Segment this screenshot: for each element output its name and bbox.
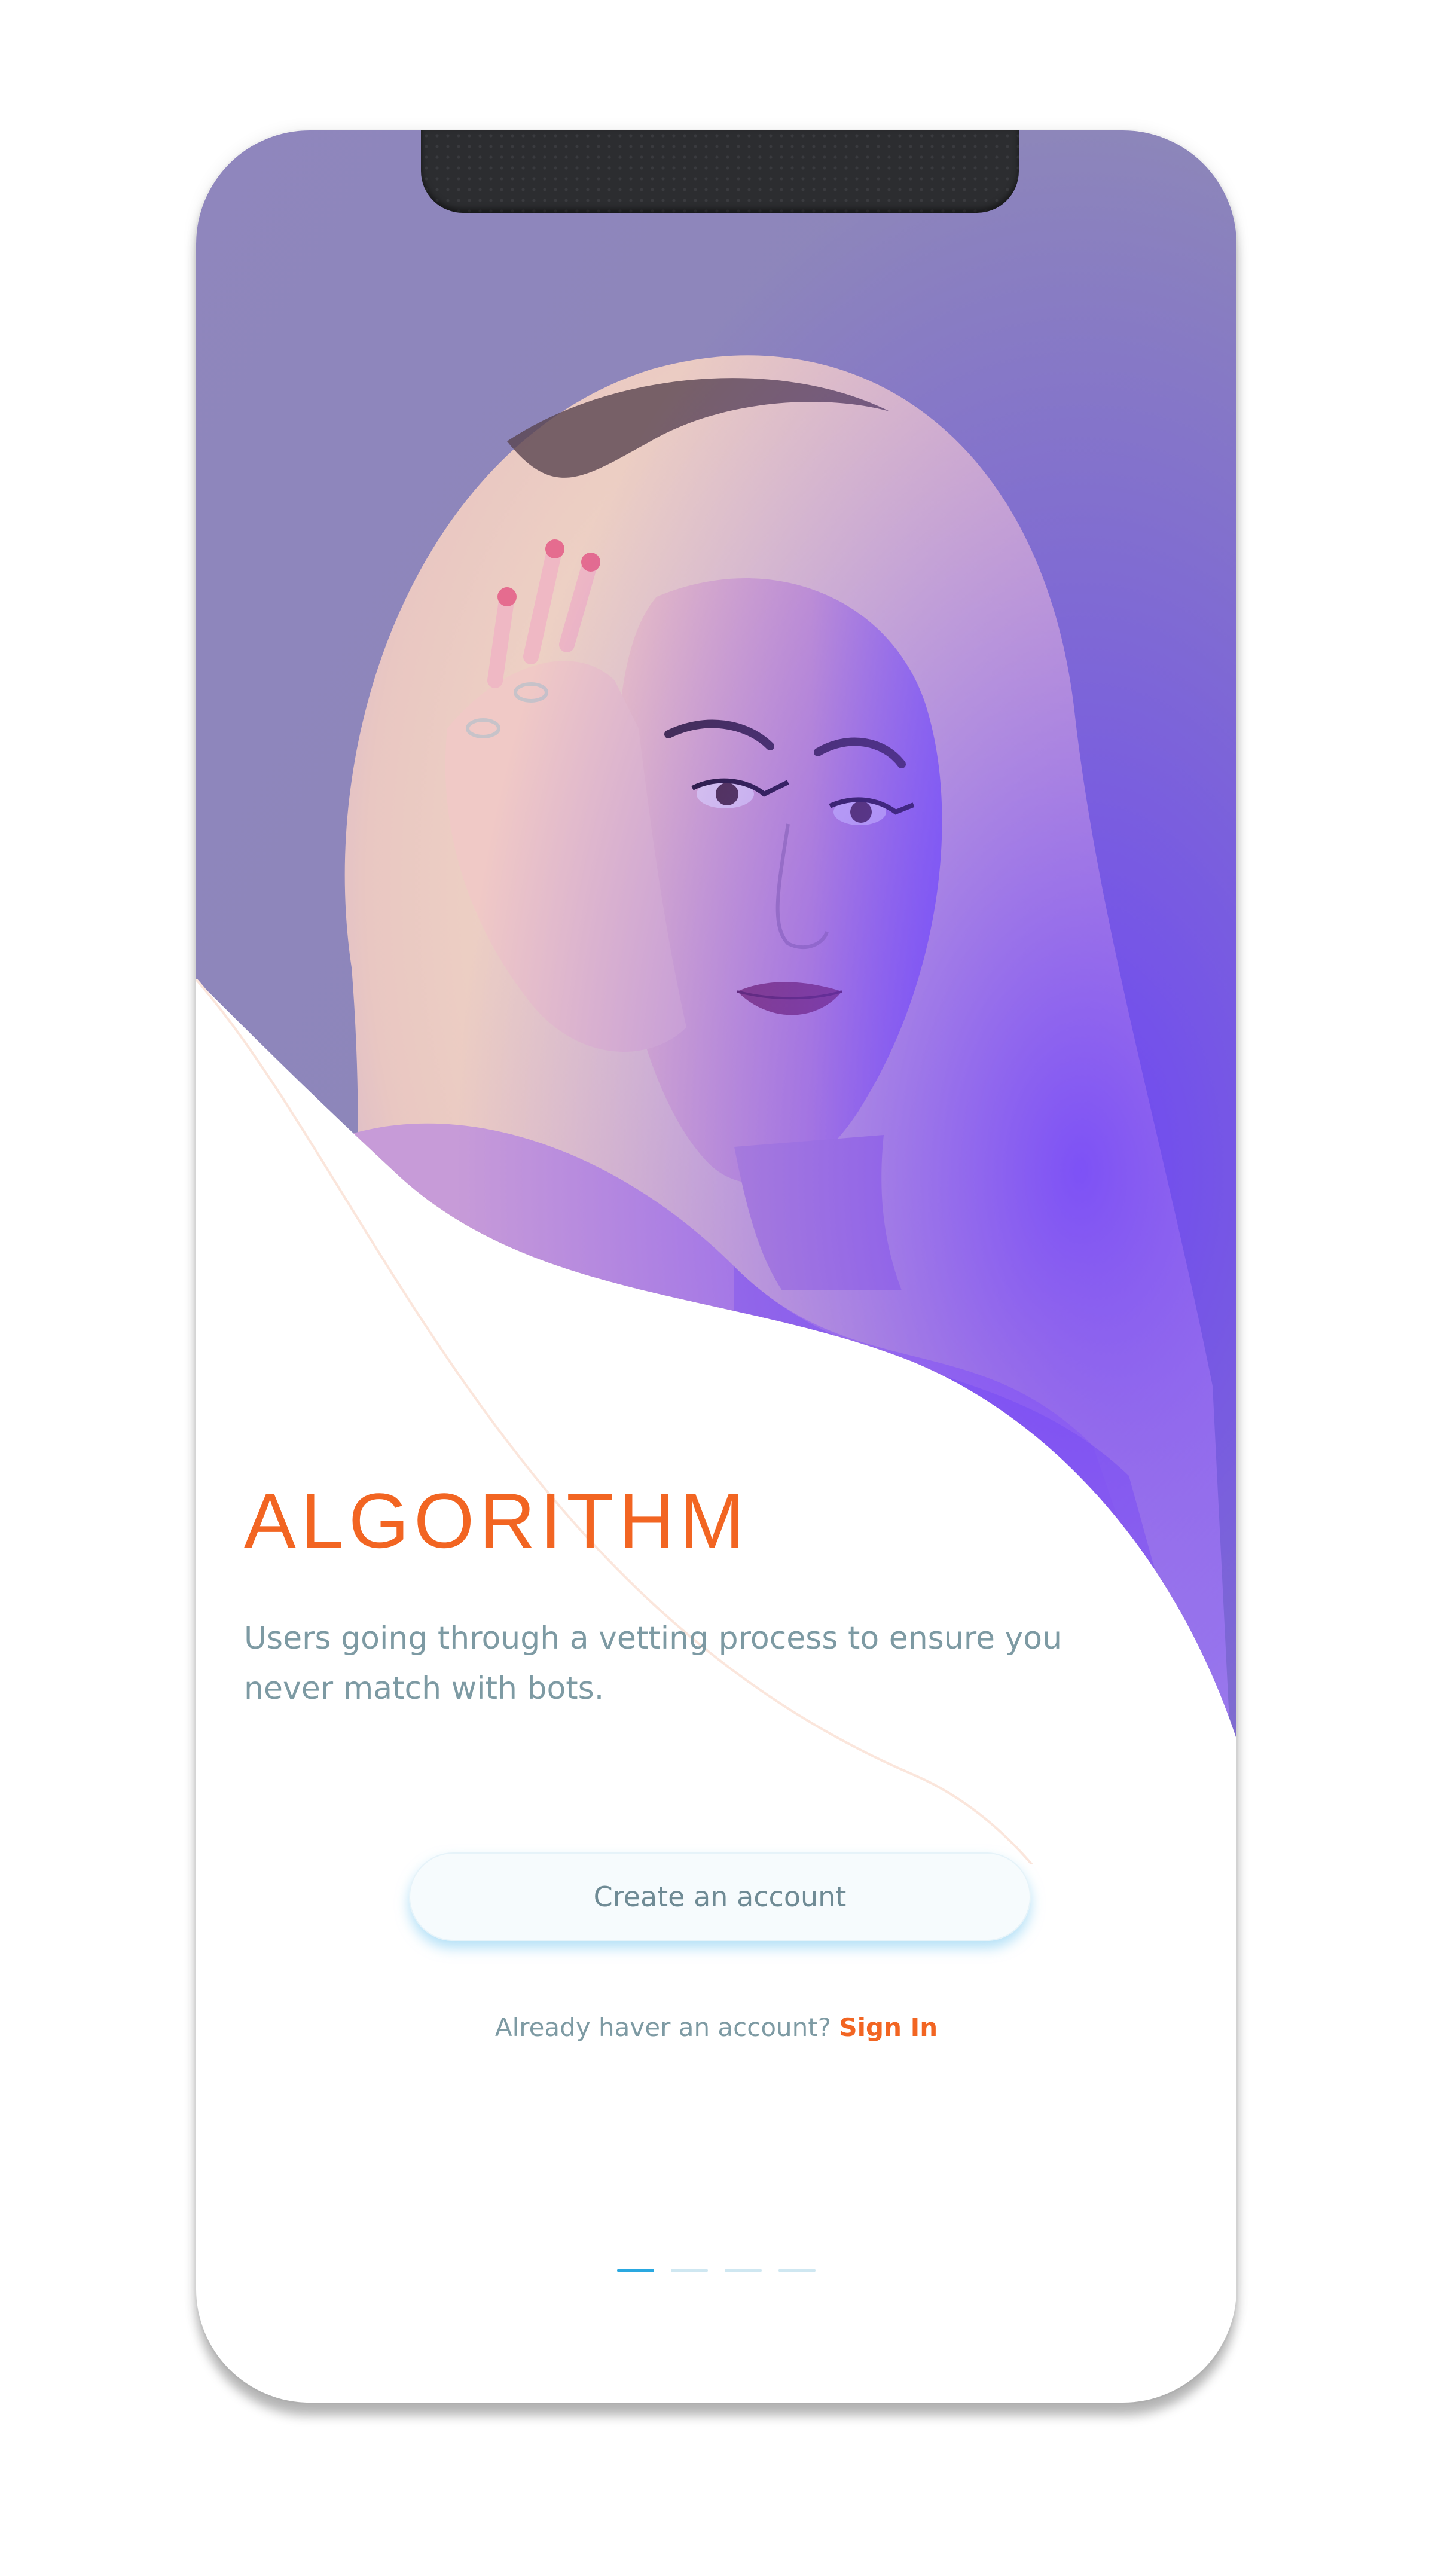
- hero-illustration: [196, 130, 1236, 1864]
- screen: ALGORITHM Users going through a vetting …: [0, 0, 1435, 2576]
- signin-link[interactable]: Sign In: [839, 2013, 938, 2042]
- page-indicator-dot-4[interactable]: [778, 2269, 816, 2272]
- phone-frame: ALGORITHM Users going through a vetting …: [196, 130, 1236, 2403]
- onboarding-tagline: Users going through a vetting process to…: [244, 1620, 1062, 1707]
- signin-row: Already haver an account? Sign In: [196, 2013, 1236, 2042]
- hero-photo-clip: [196, 130, 1236, 1739]
- signin-prompt: Already haver an account?: [494, 2013, 832, 2042]
- page-indicator-dot-2[interactable]: [671, 2269, 708, 2272]
- create-account-button[interactable]: Create an account: [409, 1852, 1031, 1941]
- device-notch-icon: [421, 130, 1019, 213]
- hero-photo: [196, 130, 1236, 1864]
- brand-logo: ALGORITHM: [244, 1477, 749, 1564]
- page-indicator-dot-3[interactable]: [725, 2269, 762, 2272]
- page-indicator-dot-1[interactable]: [617, 2269, 654, 2272]
- page-indicator: [196, 2269, 1236, 2272]
